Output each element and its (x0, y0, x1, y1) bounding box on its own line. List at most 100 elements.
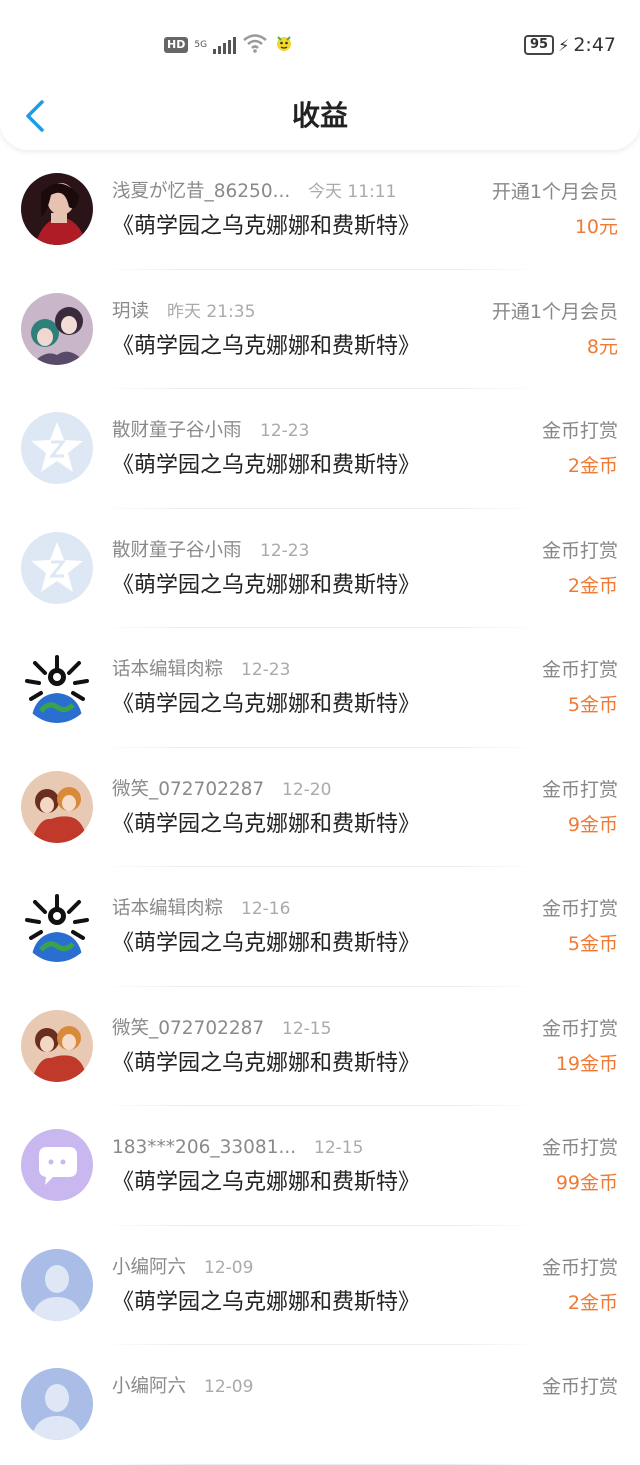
user-name: 散财童子谷小雨 (112, 420, 242, 441)
avatar[interactable] (21, 1368, 93, 1440)
time-text: 昨天 21:35 (167, 301, 256, 322)
earning-amount: 9金币 (567, 813, 618, 836)
avatar[interactable] (21, 173, 93, 245)
time-text: 今天 11:11 (308, 182, 397, 202)
earning-amount: 5金币 (567, 694, 618, 716)
earning-row[interactable]: 话本编辑肉粽 12-16 《萌学园之乌克娜娜和费斯特》 金币打赏 5金币 (0, 867, 640, 987)
user-name: 散财童子谷小雨 (112, 539, 242, 561)
book-title: 《萌学园之乌克娜娜和费斯特》 (112, 1050, 421, 1076)
signal-icon (213, 36, 237, 54)
earning-amount: 10元 (574, 216, 618, 238)
user-name: 话本编辑肉粽 (112, 659, 224, 680)
earning-amount: 99金币 (555, 1172, 618, 1194)
top-bar: HD 5G 95 ⚡ 2:47 收益 (0, 0, 640, 150)
qq-star-default-icon (21, 531, 93, 604)
hd-badge: HD (164, 37, 189, 53)
book-title: 《萌学园之乌克娜娜和费斯特》 (112, 214, 421, 239)
earning-type: 金币打赏 (541, 659, 618, 681)
avatar[interactable] (21, 770, 93, 843)
earning-type: 金币打赏 (541, 1137, 618, 1159)
avatar[interactable] (21, 890, 93, 962)
doll-couple-icon (21, 1009, 93, 1082)
book-title: 《萌学园之乌克娜娜和费斯特》 (112, 1289, 421, 1315)
earning-row[interactable]: 小编阿六 12-09 金币打赏 (0, 1345, 640, 1465)
user-name: 话本编辑肉粽 (112, 898, 224, 919)
user-name: 玥读 (112, 300, 150, 322)
row-divider (100, 1463, 540, 1465)
user-name: 微笑_072702287 (112, 1017, 265, 1039)
earning-amount: 2金币 (567, 455, 618, 477)
anime-girls-icon (21, 292, 93, 365)
book-title: 《萌学园之乌克娜娜和费斯特》 (112, 692, 421, 717)
earning-type: 开通1个月会员 (491, 300, 618, 323)
charging-icon: ⚡ (558, 35, 570, 55)
user-name: 浅夏が忆昔_86250... (112, 181, 291, 202)
user-name: 183***206_33081... (112, 1137, 297, 1158)
earning-row[interactable]: 散财童子谷小雨 12-23 《萌学园之乌克娜娜和费斯特》 金币打赏 2金币 (0, 389, 640, 509)
earning-amount: 2金币 (567, 574, 618, 597)
qq-star-default-icon (21, 412, 93, 484)
earning-type: 金币打赏 (541, 898, 618, 920)
notification-app-icon (274, 33, 294, 57)
time-text: 12-16 (241, 899, 291, 919)
wifi-icon (242, 33, 268, 57)
doll-couple-icon (21, 770, 93, 843)
user-name: 微笑_072702287 (112, 778, 265, 800)
avatar[interactable] (21, 292, 93, 365)
time-text: 12-20 (282, 779, 332, 800)
user-name: 小编阿六 (112, 1376, 187, 1397)
page-title: 收益 (291, 99, 348, 132)
time-text: 12-09 (204, 1377, 254, 1397)
earning-type: 金币打赏 (541, 420, 618, 442)
time-text: 12-15 (314, 1138, 364, 1158)
photo-woman-red-dress-icon (21, 173, 93, 245)
earning-row[interactable]: 小编阿六 12-09 《萌学园之乌克娜娜和费斯特》 金币打赏 2金币 (0, 1226, 640, 1345)
time-text: 12-23 (260, 540, 310, 561)
status-bar-right: 95 ⚡ 2:47 (524, 32, 616, 58)
book-title: 《萌学园之乌克娜娜和费斯特》 (112, 333, 421, 359)
time-text: 12-23 (241, 660, 291, 680)
battery-icon: 95 (524, 35, 555, 55)
earth-bones-icon (21, 890, 93, 962)
earth-bones-icon (21, 651, 93, 723)
earning-type: 金币打赏 (541, 1256, 618, 1279)
book-title: 《萌学园之乌克娜娜和费斯特》 (112, 811, 421, 837)
status-time: 2:47 (573, 34, 616, 56)
earning-amount: 5金币 (567, 933, 618, 955)
time-text: 12-15 (282, 1018, 332, 1039)
earning-row[interactable]: 散财童子谷小雨 12-23 《萌学园之乌克娜娜和费斯特》 金币打赏 2金币 (0, 509, 640, 628)
earning-type: 金币打赏 (541, 1017, 618, 1040)
avatar[interactable] (21, 531, 93, 604)
book-title: 《萌学园之乌克娜娜和费斯特》 (112, 1170, 421, 1195)
earning-amount: 8元 (586, 335, 618, 358)
person-silhouette-default-icon (21, 1368, 93, 1440)
avatar[interactable] (21, 412, 93, 484)
user-name: 小编阿六 (112, 1256, 187, 1278)
avatar[interactable] (21, 651, 93, 723)
book-title: 《萌学园之乌克娜娜和费斯特》 (112, 931, 421, 956)
person-silhouette-default-icon (21, 1248, 93, 1321)
earnings-list: 浅夏が忆昔_86250... 今天 11:11 《萌学园之乌克娜娜和费斯特》 开通1个… (0, 150, 640, 1465)
earning-row[interactable]: 微笑_072702287 12-20 《萌学园之乌克娜娜和费斯特》 金币打赏 9金币 (0, 748, 640, 867)
book-title: 《萌学园之乌克娜娜和费斯特》 (112, 572, 421, 598)
earning-type: 开通1个月会员 (491, 181, 618, 203)
time-text: 12-09 (204, 1257, 254, 1278)
book-title: 《萌学园之乌克娜娜和费斯特》 (112, 453, 421, 478)
earning-type: 金币打赏 (541, 778, 618, 801)
earning-row[interactable]: 玥读 昨天 21:35 《萌学园之乌克娜娜和费斯特》 开通1个月会员 8元 (0, 270, 640, 389)
chat-bubble-default-icon (21, 1129, 93, 1201)
status-bar-left: HD 5G (164, 32, 294, 58)
earning-type: 金币打赏 (541, 1376, 618, 1398)
time-text: 12-23 (260, 421, 310, 441)
earning-amount: 19金币 (555, 1052, 618, 1075)
avatar[interactable] (21, 1009, 93, 1082)
earning-amount: 2金币 (567, 1291, 618, 1314)
earning-row[interactable]: 话本编辑肉粽 12-23 《萌学园之乌克娜娜和费斯特》 金币打赏 5金币 (0, 628, 640, 748)
avatar[interactable] (21, 1129, 93, 1201)
earning-row[interactable]: 浅夏が忆昔_86250... 今天 11:11 《萌学园之乌克娜娜和费斯特》 开通1个… (0, 150, 640, 270)
avatar[interactable] (21, 1248, 93, 1321)
earning-row[interactable]: 183***206_33081... 12-15 《萌学园之乌克娜娜和费斯特》 金币打… (0, 1106, 640, 1226)
earning-type: 金币打赏 (541, 539, 618, 562)
network-type-label: 5G (194, 40, 208, 50)
earning-row[interactable]: 微笑_072702287 12-15 《萌学园之乌克娜娜和费斯特》 金币打赏 19金币 (0, 987, 640, 1106)
